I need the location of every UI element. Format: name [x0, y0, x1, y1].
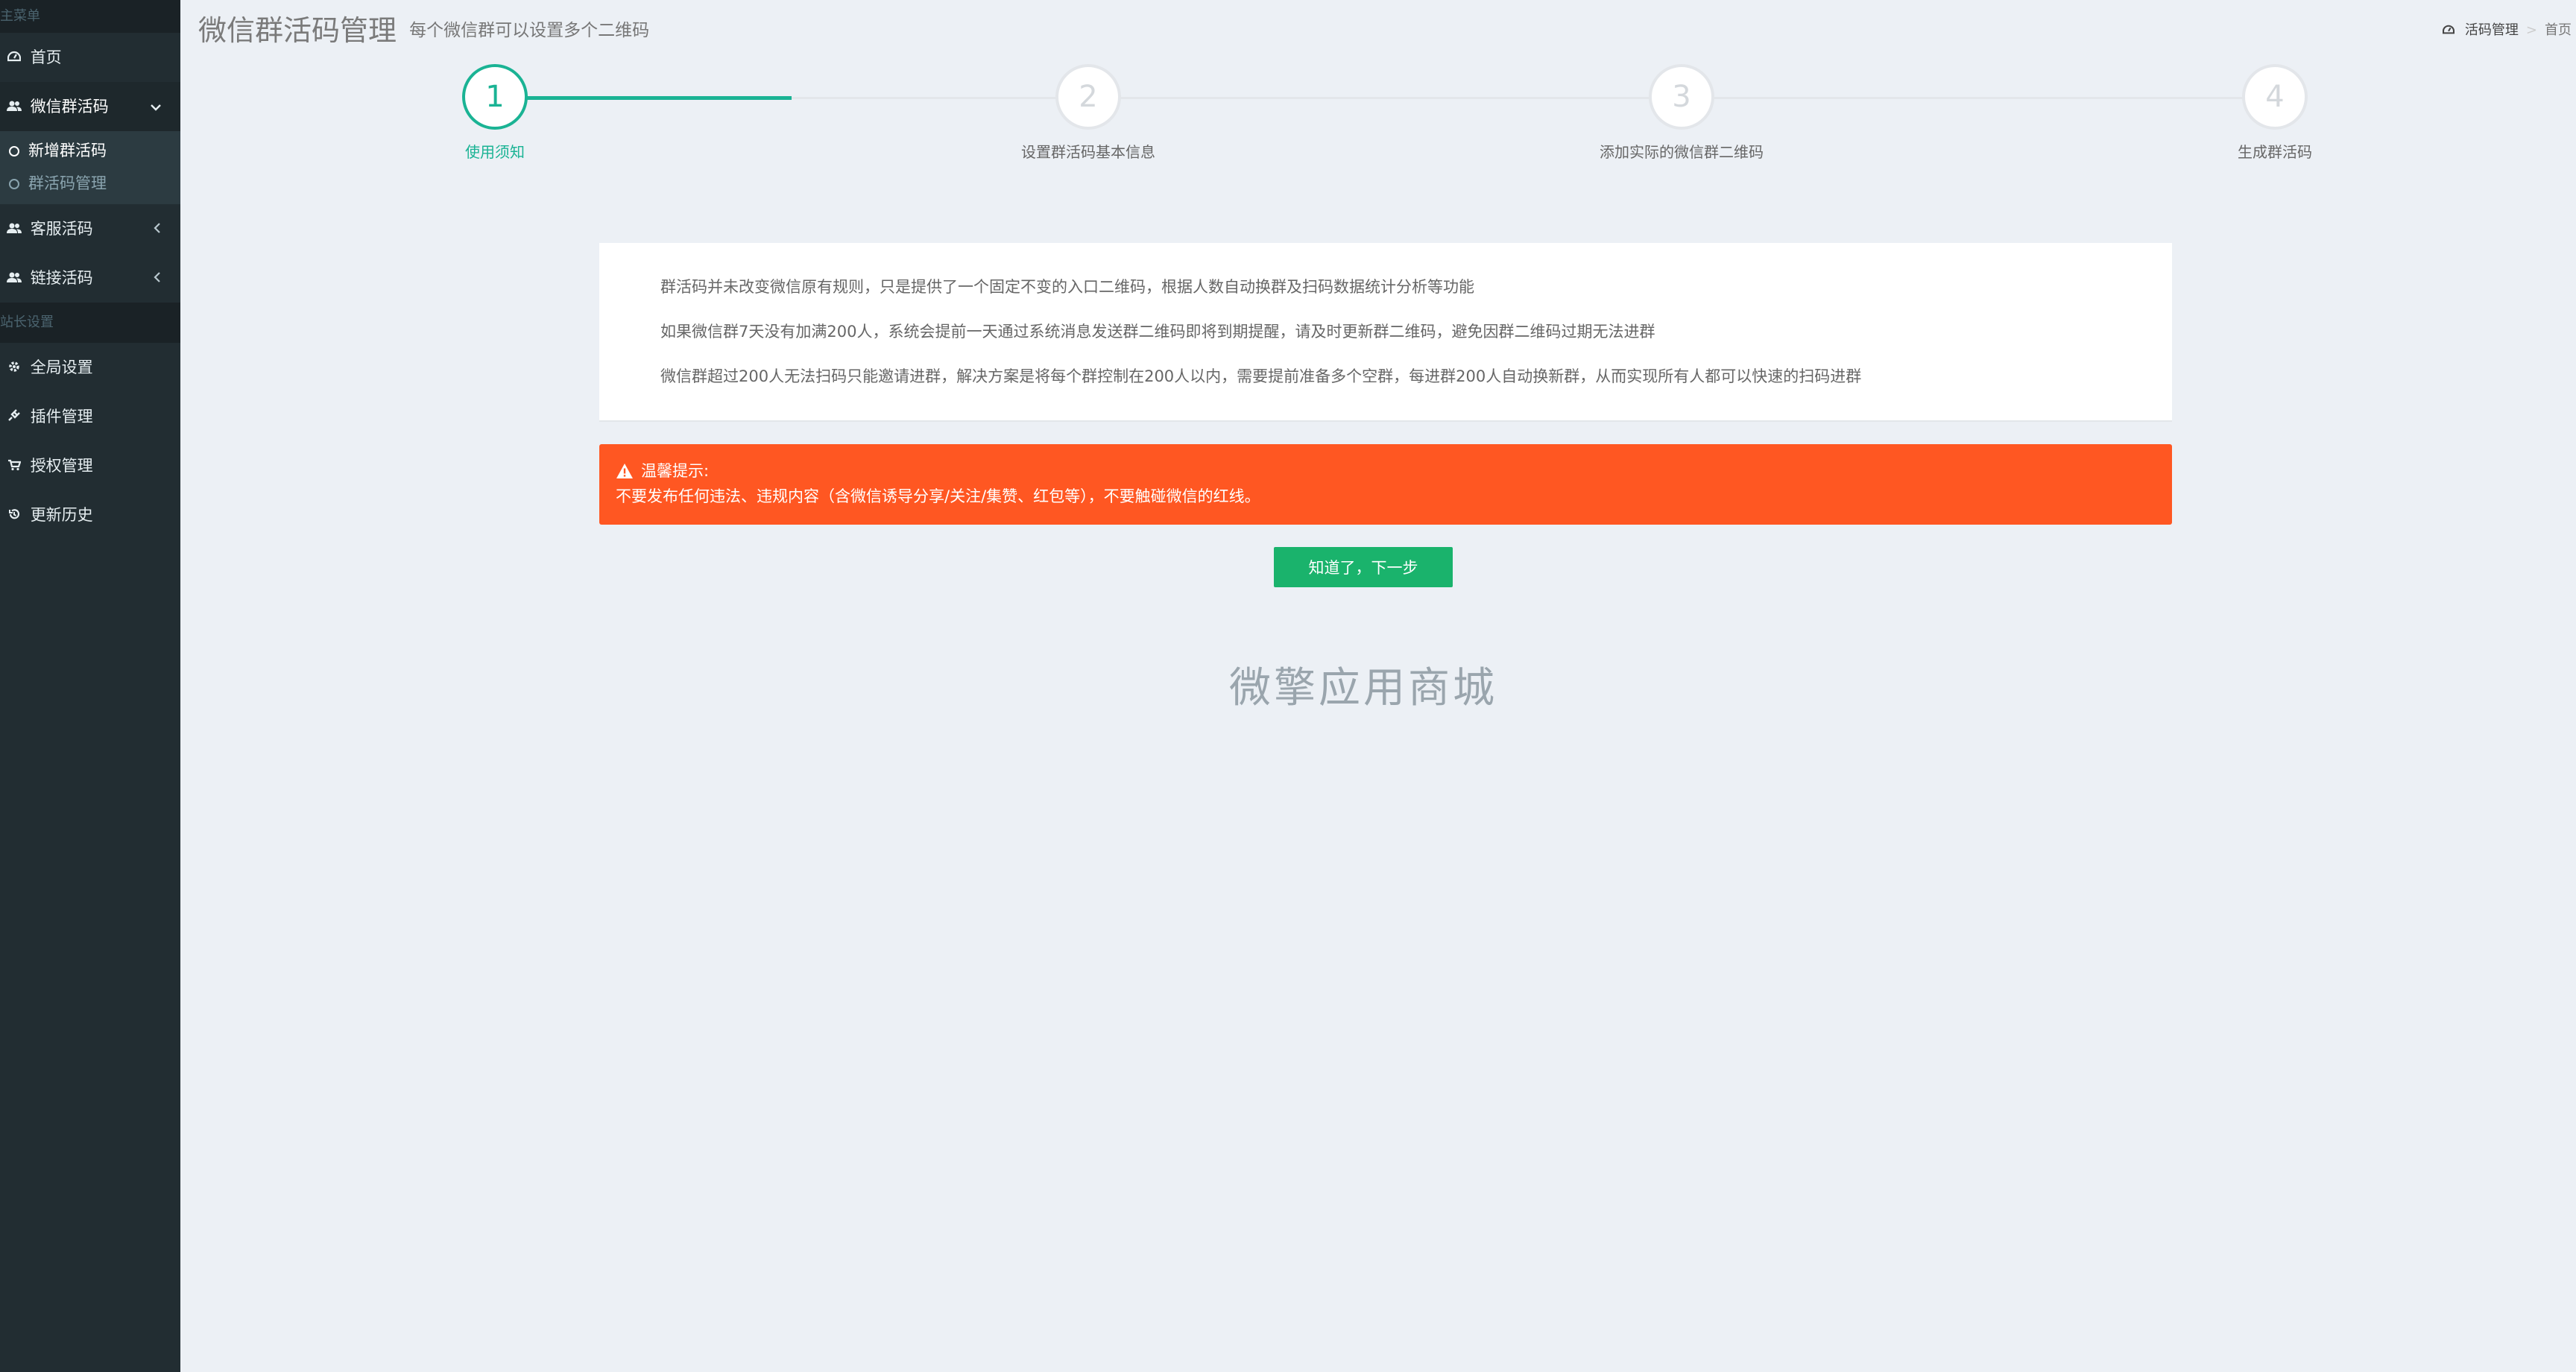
circle-icon	[9, 179, 19, 189]
sidebar-item-label: 微信群活码	[30, 98, 109, 116]
warning-title: 温馨提示:	[641, 462, 710, 480]
sidebar-item-label: 插件管理	[30, 408, 93, 426]
sidebar-item-label: 授权管理	[30, 457, 93, 475]
sidebar-item-global-settings[interactable]: 全局设置	[0, 343, 180, 392]
plug-icon	[3, 392, 25, 441]
sidebar-item-label: 全局设置	[30, 358, 93, 376]
step-2: 2 设置群活码基本信息	[976, 64, 1200, 162]
warning-alert: 温馨提示: 不要发布任何违法、违规内容（含微信诱导分享/关注/集赞、红包等），不…	[599, 444, 2172, 525]
submenu-item-label: 新增群活码	[28, 142, 107, 159]
sidebar-section-header: 站长设置	[0, 303, 180, 343]
chevron-left-icon	[154, 204, 161, 253]
step-label: 添加实际的微信群二维码	[1600, 143, 1764, 161]
submenu-wechat-group-code: 新增群活码 群活码管理	[0, 131, 180, 204]
step-number: 4	[2242, 64, 2308, 130]
step-label: 设置群活码基本信息	[1021, 143, 1155, 161]
step-label: 使用须知	[465, 143, 525, 161]
sidebar-item-label: 链接活码	[30, 269, 93, 287]
sidebar-item-customer-service-code[interactable]: 客服活码	[0, 204, 180, 253]
warning-message: 不要发布任何违法、违规内容（含微信诱导分享/关注/集赞、红包等），不要触碰微信的…	[616, 487, 1260, 505]
next-step-button[interactable]: 知道了，下一步	[1274, 547, 1453, 587]
warning-title-row: 温馨提示:	[616, 461, 2172, 484]
submenu-item-label: 群活码管理	[28, 174, 107, 192]
sidebar-item-label: 更新历史	[30, 506, 93, 524]
users-icon	[3, 253, 25, 303]
sidebar-item-home[interactable]: 首页	[0, 33, 180, 82]
step-4: 4 生成群活码	[2163, 64, 2387, 162]
main-content: 微信群活码管理 每个微信群可以设置多个二维码 活码管理 > 首页 1 使用须知 2 …	[180, 0, 2576, 1372]
submenu-item-group-code-manage[interactable]: 群活码管理	[0, 167, 180, 200]
circle-icon	[9, 146, 19, 157]
chevron-down-icon	[151, 82, 161, 131]
sidebar-item-label: 客服活码	[30, 220, 93, 238]
step-number: 3	[1649, 64, 1714, 130]
sidebar: 主菜单 首页 微信群活码 新增群活码 群活码管理 客服活码 链接活码 站长设置 …	[0, 0, 180, 1372]
step-progress: 1 使用须知 2 设置群活码基本信息 3 添加实际的微信群二维码 4 生成群活码	[180, 0, 2576, 179]
sidebar-item-wechat-group-code[interactable]: 微信群活码	[0, 82, 180, 131]
users-icon	[3, 204, 25, 253]
notice-line: 微信群超过200人无法扫码只能邀请进群，解决方案是将每个群控制在200人以内，需…	[660, 367, 1862, 385]
sidebar-item-link-code[interactable]: 链接活码	[0, 253, 180, 303]
step-label: 生成群活码	[2238, 143, 2312, 161]
notice-line: 如果微信群7天没有加满200人，系统会提前一天通过系统消息发送群二维码即将到期提…	[660, 323, 1655, 341]
brand-watermark: 微擎应用商城	[1229, 664, 1497, 712]
warning-icon	[616, 463, 634, 484]
step-number: 2	[1055, 64, 1121, 130]
submenu-item-new-group-code[interactable]: 新增群活码	[0, 134, 180, 167]
step-3: 3 添加实际的微信群二维码	[1570, 64, 1793, 162]
cart-icon	[3, 441, 25, 490]
sidebar-header: 主菜单	[0, 0, 180, 33]
history-icon	[3, 490, 25, 540]
chevron-left-icon	[154, 253, 161, 303]
step-number: 1	[462, 64, 528, 130]
sidebar-item-label: 首页	[30, 48, 62, 66]
usage-notice-box: 群活码并未改变微信原有规则，只是提供了一个固定不变的入口二维码，根据人数自动换群…	[599, 243, 2172, 422]
sidebar-item-plugin-manage[interactable]: 插件管理	[0, 392, 180, 441]
step-1: 1 使用须知	[383, 64, 607, 162]
dashboard-icon	[3, 33, 25, 82]
sidebar-item-update-history[interactable]: 更新历史	[0, 490, 180, 540]
notice-line: 群活码并未改变微信原有规则，只是提供了一个固定不变的入口二维码，根据人数自动换群…	[660, 278, 1474, 296]
users-icon	[3, 82, 25, 131]
gear-icon	[3, 343, 25, 392]
sidebar-item-license-manage[interactable]: 授权管理	[0, 441, 180, 490]
